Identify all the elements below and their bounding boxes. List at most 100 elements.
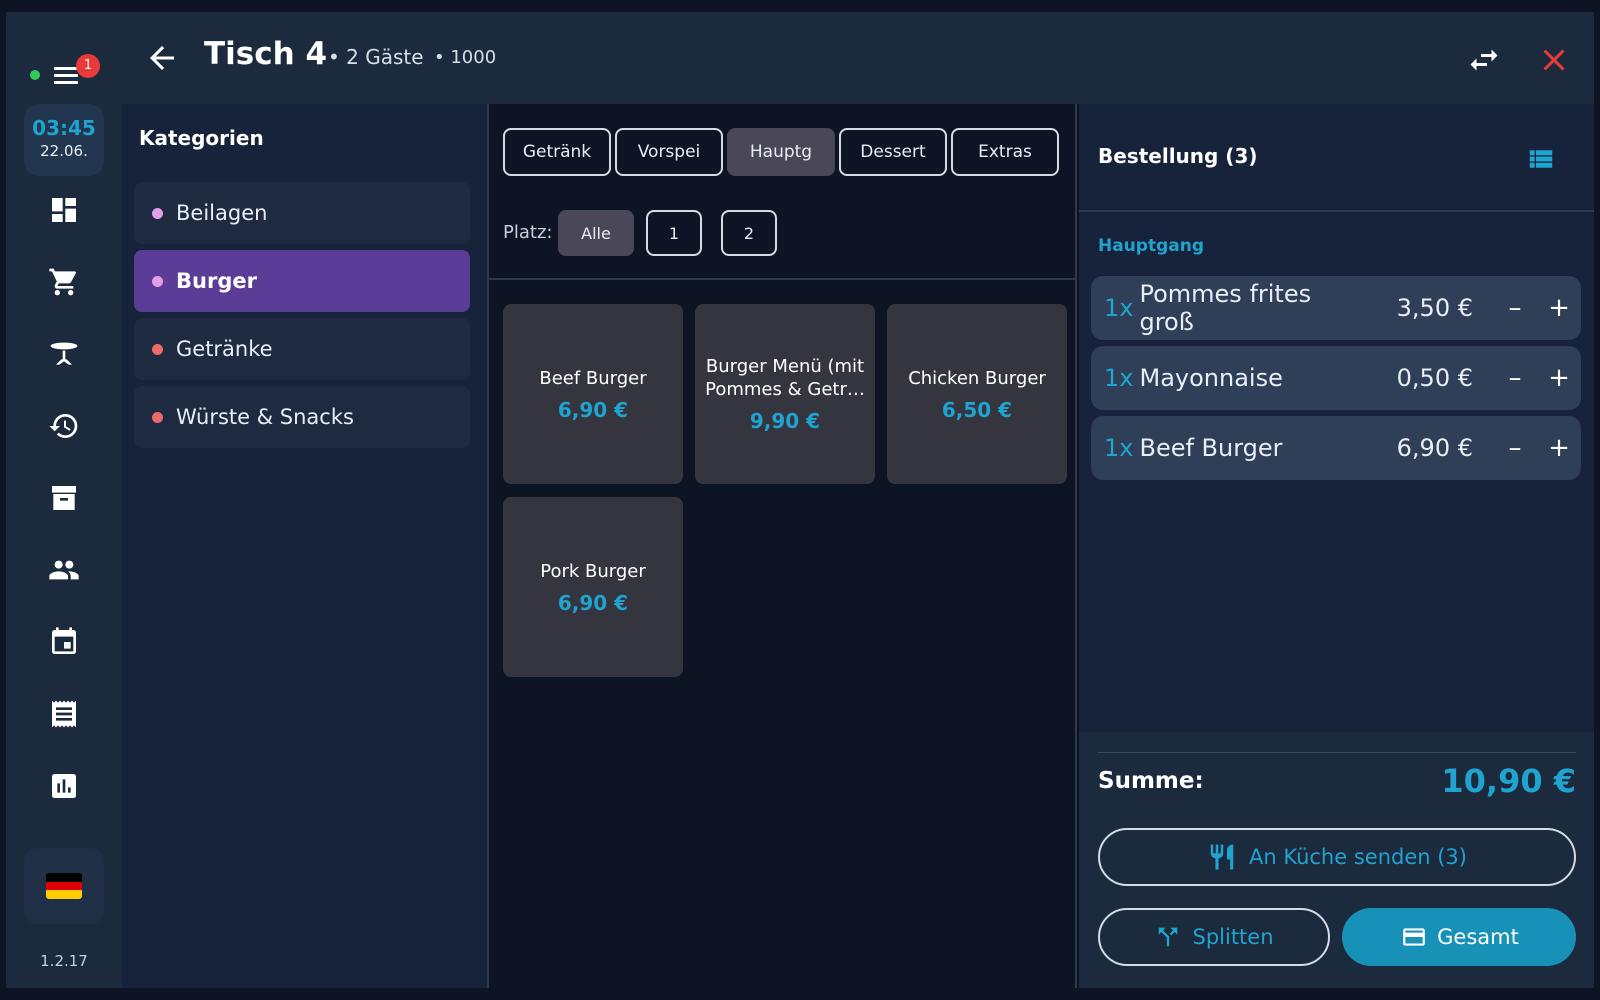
nav-history[interactable] (44, 406, 84, 446)
nav-tables[interactable] (44, 334, 84, 374)
categories-panel: Kategorien Beilagen Burger Getränke Würs… (122, 104, 489, 988)
receipt-icon (52, 700, 76, 728)
status-area: 1 (6, 48, 122, 98)
order-item-pommes[interactable]: 1x Pommes frites groß 3,50 € – + (1091, 276, 1581, 340)
order-item-beef-burger[interactable]: 1x Beef Burger 6,90 € – + (1091, 416, 1581, 480)
product-card-chicken-burger[interactable]: Chicken Burger 6,50 € (887, 304, 1067, 484)
category-label: Würste & Snacks (176, 405, 354, 429)
clock-widget: 03:45 22.06. (24, 104, 104, 176)
nav-dashboard[interactable] (44, 190, 84, 230)
send-to-kitchen-button[interactable]: An Küche senden (3) (1098, 828, 1576, 886)
language-button[interactable] (24, 848, 104, 924)
list-icon (1529, 150, 1553, 168)
table-icon (50, 342, 78, 365)
order-item-mayonnaise[interactable]: 1x Mayonnaise 0,50 € – + (1091, 346, 1581, 410)
chart-icon (52, 774, 76, 798)
seat-filter-2[interactable]: 2 (721, 210, 777, 256)
close-button[interactable] (1536, 42, 1572, 78)
app-version: 1.2.17 (40, 952, 88, 970)
decrease-button[interactable]: – (1493, 433, 1537, 463)
order-item-price: 0,50 € (1396, 364, 1473, 392)
split-button[interactable]: Splitten (1098, 908, 1330, 966)
course-tab-getraenk[interactable]: Getränk (503, 128, 611, 176)
product-card-pork-burger[interactable]: Pork Burger 6,90 € (503, 497, 683, 677)
calendar-icon (52, 627, 76, 654)
history-icon (49, 414, 78, 438)
course-tab-extras[interactable]: Extras (951, 128, 1059, 176)
back-button[interactable] (144, 40, 180, 76)
sum-label: Summe: (1098, 768, 1204, 794)
product-name: Burger Menü (mit Pommes & Getr… (705, 356, 865, 400)
product-price: 6,90 € (557, 590, 629, 615)
table-code: • 1000 (434, 47, 497, 68)
flag-stripe-gold (46, 890, 82, 899)
arrow-left-icon (150, 46, 174, 70)
category-dot (152, 207, 163, 219)
category-burger[interactable]: Burger (134, 250, 470, 312)
clock-time: 03:45 (32, 116, 96, 140)
decrease-button[interactable]: – (1493, 363, 1537, 393)
notification-badge: 1 (76, 54, 100, 78)
clock-date: 22.06. (40, 142, 88, 160)
order-item-qty: 1x (1104, 364, 1134, 392)
sum-value: 10,90 € (1441, 762, 1576, 800)
header-bar: Tisch 4 • 2 Gäste • 1000 (122, 12, 1594, 104)
nav-cart[interactable] (44, 262, 84, 302)
order-item-price: 6,90 € (1396, 434, 1473, 462)
product-price: 6,50 € (941, 397, 1013, 422)
flag-stripe-black (46, 873, 82, 882)
list-view-button[interactable] (1525, 144, 1557, 174)
nav-archive[interactable] (44, 478, 84, 518)
increase-button[interactable]: + (1537, 363, 1581, 393)
category-beilagen[interactable]: Beilagen (134, 182, 470, 244)
increase-button[interactable]: + (1537, 433, 1581, 463)
order-item-price: 3,50 € (1396, 294, 1473, 322)
sidebar: 1 03:45 22.06. 1.2.17 (6, 12, 122, 988)
nav-people[interactable] (44, 550, 84, 590)
cart-icon (49, 268, 77, 296)
seat-label: Platz: (503, 222, 553, 243)
pay-total-button[interactable]: Gesamt (1342, 908, 1576, 966)
order-item-qty: 1x (1104, 434, 1134, 462)
category-getraenke[interactable]: Getränke (134, 318, 470, 380)
order-footer: Summe: 10,90 € An Küche senden (3) Split… (1079, 732, 1594, 988)
course-tab-dessert[interactable]: Dessert (839, 128, 947, 176)
course-tab-vorspeise[interactable]: Vorspei (615, 128, 723, 176)
order-item-qty: 1x (1104, 294, 1134, 322)
product-card-burger-menu[interactable]: Burger Menü (mit Pommes & Getr… 9,90 € (695, 304, 875, 484)
credit-card-icon (1403, 928, 1425, 946)
swap-table-button[interactable] (1466, 42, 1502, 78)
category-dot (152, 411, 163, 423)
category-label: Beilagen (176, 201, 268, 225)
pay-total-label: Gesamt (1437, 925, 1519, 949)
archive-icon (52, 486, 76, 510)
nav-receipts[interactable] (44, 694, 84, 734)
category-wuerste-snacks[interactable]: Würste & Snacks (134, 386, 470, 448)
nav-calendar[interactable] (44, 622, 84, 662)
cutlery-icon (1210, 844, 1234, 870)
nav-reports[interactable] (44, 766, 84, 806)
course-tab-hauptgang[interactable]: Hauptg (727, 128, 835, 176)
order-panel: Bestellung (3) Hauptgang 1x Pommes frite… (1079, 104, 1594, 988)
seat-filter-all[interactable]: Alle (558, 210, 634, 256)
dashboard-icon (52, 198, 76, 222)
product-card-beef-burger[interactable]: Beef Burger 6,90 € (503, 304, 683, 484)
order-item-name: Mayonnaise (1139, 364, 1283, 392)
category-dot (152, 343, 163, 355)
increase-button[interactable]: + (1537, 293, 1581, 323)
split-label: Splitten (1192, 925, 1274, 949)
decrease-button[interactable]: – (1493, 293, 1537, 323)
product-price: 9,90 € (749, 409, 821, 433)
category-label: Burger (176, 269, 257, 293)
order-title: Bestellung (3) (1098, 144, 1258, 168)
seat-filter-1[interactable]: 1 (646, 210, 702, 256)
divider (489, 278, 1075, 280)
order-item-name: Beef Burger (1139, 434, 1283, 462)
product-name: Pork Burger (540, 560, 646, 582)
divider (1098, 752, 1576, 753)
people-icon (49, 560, 79, 580)
category-label: Getränke (176, 337, 273, 361)
category-dot (152, 275, 163, 287)
divider (1079, 210, 1594, 212)
product-name: Beef Burger (539, 367, 647, 389)
